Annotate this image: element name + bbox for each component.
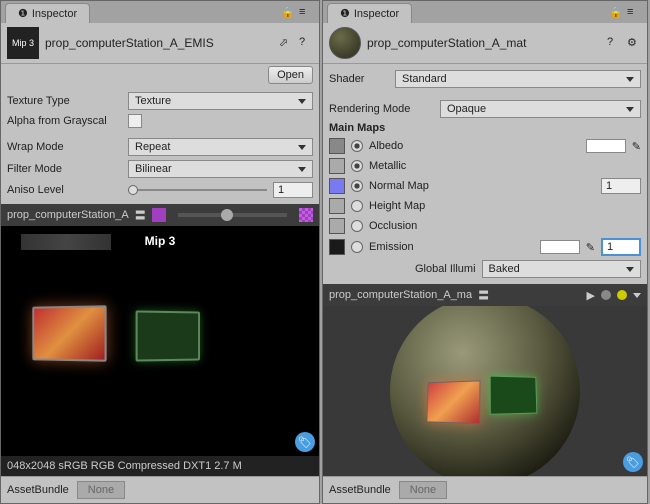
main-maps-header: Main Maps [329,122,385,134]
emission-label: Emission [369,241,534,253]
aniso-level-label: Aniso Level [7,184,122,196]
tab-label: Inspector [354,8,399,20]
texture-type-label: Texture Type [7,95,122,107]
sphere-emissive-b [490,376,538,415]
preview-title: prop_computerStation_A_ma [329,289,472,301]
preview-header: prop_computerStation_A_ma 〓 ▶ [323,284,647,306]
texture-preview: Mip 3 🏷 [1,226,319,456]
preview-sphere [390,306,580,476]
tab-inspector[interactable]: ❶ Inspector [327,3,412,23]
tab-label: Inspector [32,8,77,20]
shader-label: Shader [329,73,389,85]
sphere-emissive-a [426,380,480,424]
assetbundle-row: AssetBundle None [323,476,647,503]
asset-header: Mip 3 prop_computerStation_A_EMIS ⬀ ? [1,23,319,64]
normal-value[interactable] [601,178,641,194]
lock-icon[interactable]: 🔒 [281,6,295,20]
help-icon[interactable]: ? [607,36,621,50]
assetbundle-label: AssetBundle [329,484,391,496]
wrap-mode-dropdown[interactable]: Repeat [128,138,313,156]
open-button[interactable]: Open [268,66,313,84]
filter-mode-label: Filter Mode [7,163,122,175]
light-b-icon[interactable] [617,290,627,300]
color-a-icon[interactable] [152,208,166,222]
eyedropper-icon[interactable]: ✎ [586,241,595,254]
alpha-grayscale-checkbox[interactable] [128,114,142,128]
normal-slot[interactable] [329,178,345,194]
occlusion-slot[interactable] [329,218,345,234]
texture-icon: Mip 3 [7,27,39,59]
emission-slot[interactable] [329,239,345,255]
external-icon[interactable]: ⬀ [279,36,293,50]
emission-value[interactable] [601,238,641,256]
preview-footer: 048x2048 sRGB RGB Compressed DXT1 2.7 M [1,456,319,476]
preview-title: prop_computerStation_A [7,209,129,221]
color-b-icon[interactable] [299,208,313,222]
height-radio[interactable] [351,200,363,212]
filter-mode-dropdown[interactable]: Bilinear [128,160,313,178]
occlusion-label: Occlusion [369,220,417,232]
albedo-label: Albedo [369,140,580,152]
albedo-radio[interactable] [351,140,363,152]
chevron-icon[interactable] [633,293,641,298]
asset-title: prop_computerStation_A_mat [367,36,601,50]
tag-icon[interactable]: 🏷 [295,432,315,452]
asset-title: prop_computerStation_A_EMIS [45,36,273,50]
assetbundle-label: AssetBundle [7,484,69,496]
rendering-mode-dropdown[interactable]: Opaque [440,100,641,118]
assetbundle-dropdown[interactable]: None [399,481,447,499]
asset-header: prop_computerStation_A_mat ? ⚙ [323,23,647,64]
info-icon: ❶ [340,7,350,20]
gear-icon[interactable]: ⚙ [627,36,641,50]
info-icon: ❶ [18,7,28,20]
emissive-region-b [136,310,200,361]
assetbundle-dropdown[interactable]: None [77,481,125,499]
shader-dropdown[interactable]: Standard [395,70,641,88]
preview-header: prop_computerStation_A 〓 [1,204,319,226]
assetbundle-row: AssetBundle None [1,476,319,503]
emission-radio[interactable] [351,241,363,253]
normal-label: Normal Map [369,180,595,192]
emissive-region-a [32,305,106,361]
separator-icon: 〓 [135,207,146,223]
menu-icon[interactable]: ≡ [299,6,313,20]
height-slot[interactable] [329,198,345,214]
texture-info: 048x2048 sRGB RGB Compressed DXT1 2.7 M [7,460,242,472]
global-illum-label: Global Illumi [415,263,476,275]
wrap-mode-label: Wrap Mode [7,141,122,153]
height-label: Height Map [369,200,425,212]
aniso-level-field[interactable] [273,182,313,198]
play-icon[interactable]: ▶ [587,289,595,302]
material-icon [329,27,361,59]
help-icon[interactable]: ? [299,36,313,50]
material-preview[interactable]: 🏷 [323,306,647,476]
rendering-mode-label: Rendering Mode [329,103,434,115]
occlusion-radio[interactable] [351,220,363,232]
global-illum-dropdown[interactable]: Baked [482,260,641,278]
metallic-slot[interactable] [329,158,345,174]
tab-row: ❶ Inspector 🔒 ≡ [1,1,319,23]
albedo-color[interactable] [586,139,626,153]
eyedropper-icon[interactable]: ✎ [632,140,641,153]
mip-slider[interactable] [178,213,287,217]
tag-icon[interactable]: 🏷 [623,452,643,472]
metallic-radio[interactable] [351,160,363,172]
lock-icon[interactable]: 🔒 [609,6,623,20]
metallic-label: Metallic [369,160,406,172]
tab-inspector[interactable]: ❶ Inspector [5,3,90,23]
texture-type-dropdown[interactable]: Texture [128,92,313,110]
aniso-level-slider[interactable] [128,184,267,196]
separator-icon: 〓 [478,287,489,303]
albedo-slot[interactable] [329,138,345,154]
normal-radio[interactable] [351,180,363,192]
tab-row: ❶ Inspector 🔒 ≡ [323,1,647,23]
mip-label: Mip 3 [145,234,176,248]
texture-strip [21,234,111,250]
light-a-icon[interactable] [601,290,611,300]
emission-color[interactable] [540,240,580,254]
alpha-grayscale-label: Alpha from Grayscal [7,115,122,127]
menu-icon[interactable]: ≡ [627,6,641,20]
